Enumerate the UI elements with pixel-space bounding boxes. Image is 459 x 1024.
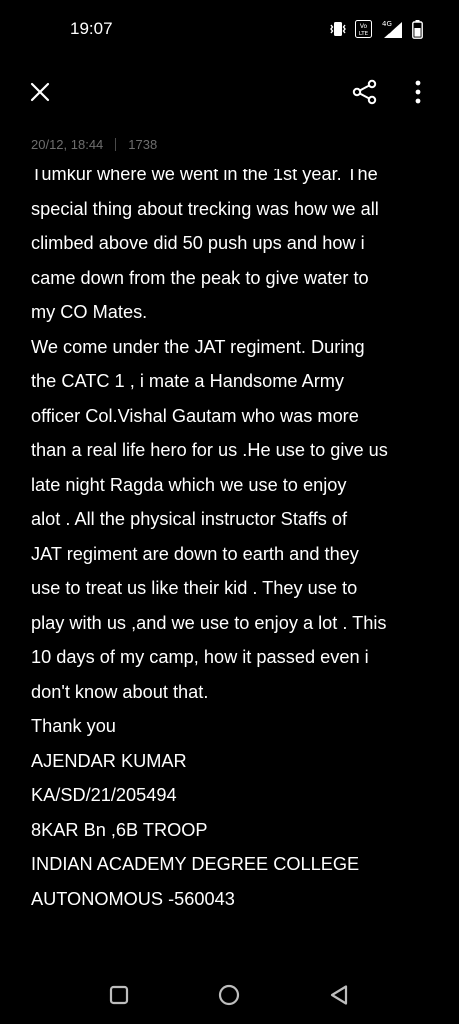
status-icons: Vo LTE 4G xyxy=(329,19,423,39)
close-button[interactable] xyxy=(28,80,52,104)
note-line: don't know about that. xyxy=(31,681,209,702)
share-icon xyxy=(352,79,377,105)
note-line: 10 days of my camp, how it passed even i xyxy=(31,647,369,667)
note-line: came down from the peak to give water to xyxy=(31,267,369,288)
note-line: climbed above did 50 push ups and how i xyxy=(31,233,365,253)
note-line: AUTONOMOUS -560043 xyxy=(31,888,235,909)
character-count: 1738 xyxy=(128,137,158,152)
svg-text:Vo: Vo xyxy=(360,23,368,30)
note-date: 20/12, 18:44 xyxy=(31,137,104,152)
recents-button[interactable] xyxy=(106,982,132,1008)
note-line: KA/SD/21/205494 xyxy=(31,785,177,805)
app-bar xyxy=(0,72,459,112)
note-line: JAT regiment are down to earth and they xyxy=(31,543,359,564)
notes-screen: 19:07 Vo LTE 4G 20/12, 18:44 1738 Tumkur… xyxy=(0,0,459,1024)
note-line: than a real life hero for us .He use to … xyxy=(31,440,388,460)
svg-text:4G: 4G xyxy=(382,20,392,28)
close-icon xyxy=(30,82,50,102)
note-text[interactable]: Tumkur where we went in the 1st year. Th… xyxy=(31,169,441,916)
note-line: officer Col.Vishal Gautam who was more xyxy=(31,405,359,426)
note-body[interactable]: Tumkur where we went in the 1st year. Th… xyxy=(31,169,441,929)
note-line: my CO Mates. xyxy=(31,302,148,322)
note-line: INDIAN ACADEMY DEGREE COLLEGE xyxy=(31,854,360,874)
note-line: 8KAR Bn ,6B TROOP xyxy=(31,819,208,840)
system-nav-bar xyxy=(0,966,459,1024)
note-meta: 20/12, 18:44 1738 xyxy=(31,137,157,152)
more-vert-icon xyxy=(415,80,421,104)
note-line: We come under the JAT regiment. During xyxy=(31,336,365,357)
status-time: 19:07 xyxy=(70,19,113,38)
note-line: alot . All the physical instructor Staff… xyxy=(31,509,348,529)
note-line: the CATC 1 , i mate a Handsome Army xyxy=(31,371,345,391)
note-line: AJENDAR KUMAR xyxy=(31,750,187,771)
back-button[interactable] xyxy=(326,982,352,1008)
back-triangle-icon xyxy=(330,985,348,1005)
note-line: special thing about trecking was how we … xyxy=(31,198,379,219)
signal-4g-icon: 4G xyxy=(380,19,404,39)
note-line: play with us ,and we use to enjoy a lot … xyxy=(31,612,387,633)
more-options-button[interactable] xyxy=(408,78,428,106)
home-circle-icon xyxy=(218,984,240,1006)
vibrate-icon xyxy=(329,21,347,37)
note-line: use to treat us like their kid . They us… xyxy=(31,578,358,598)
note-line: late night Ragda which we use to enjoy xyxy=(31,474,347,495)
share-button[interactable] xyxy=(352,79,378,105)
svg-text:LTE: LTE xyxy=(359,31,369,37)
volte-icon: Vo LTE xyxy=(355,20,372,38)
battery-icon xyxy=(412,19,423,39)
recents-square-icon xyxy=(109,985,129,1005)
note-line: Tumkur where we went in the 1st year. Th… xyxy=(31,169,378,184)
note-line: Thank you xyxy=(31,716,116,736)
status-bar: 19:07 Vo LTE 4G xyxy=(0,0,459,60)
home-button[interactable] xyxy=(216,982,242,1008)
meta-divider xyxy=(115,138,117,151)
